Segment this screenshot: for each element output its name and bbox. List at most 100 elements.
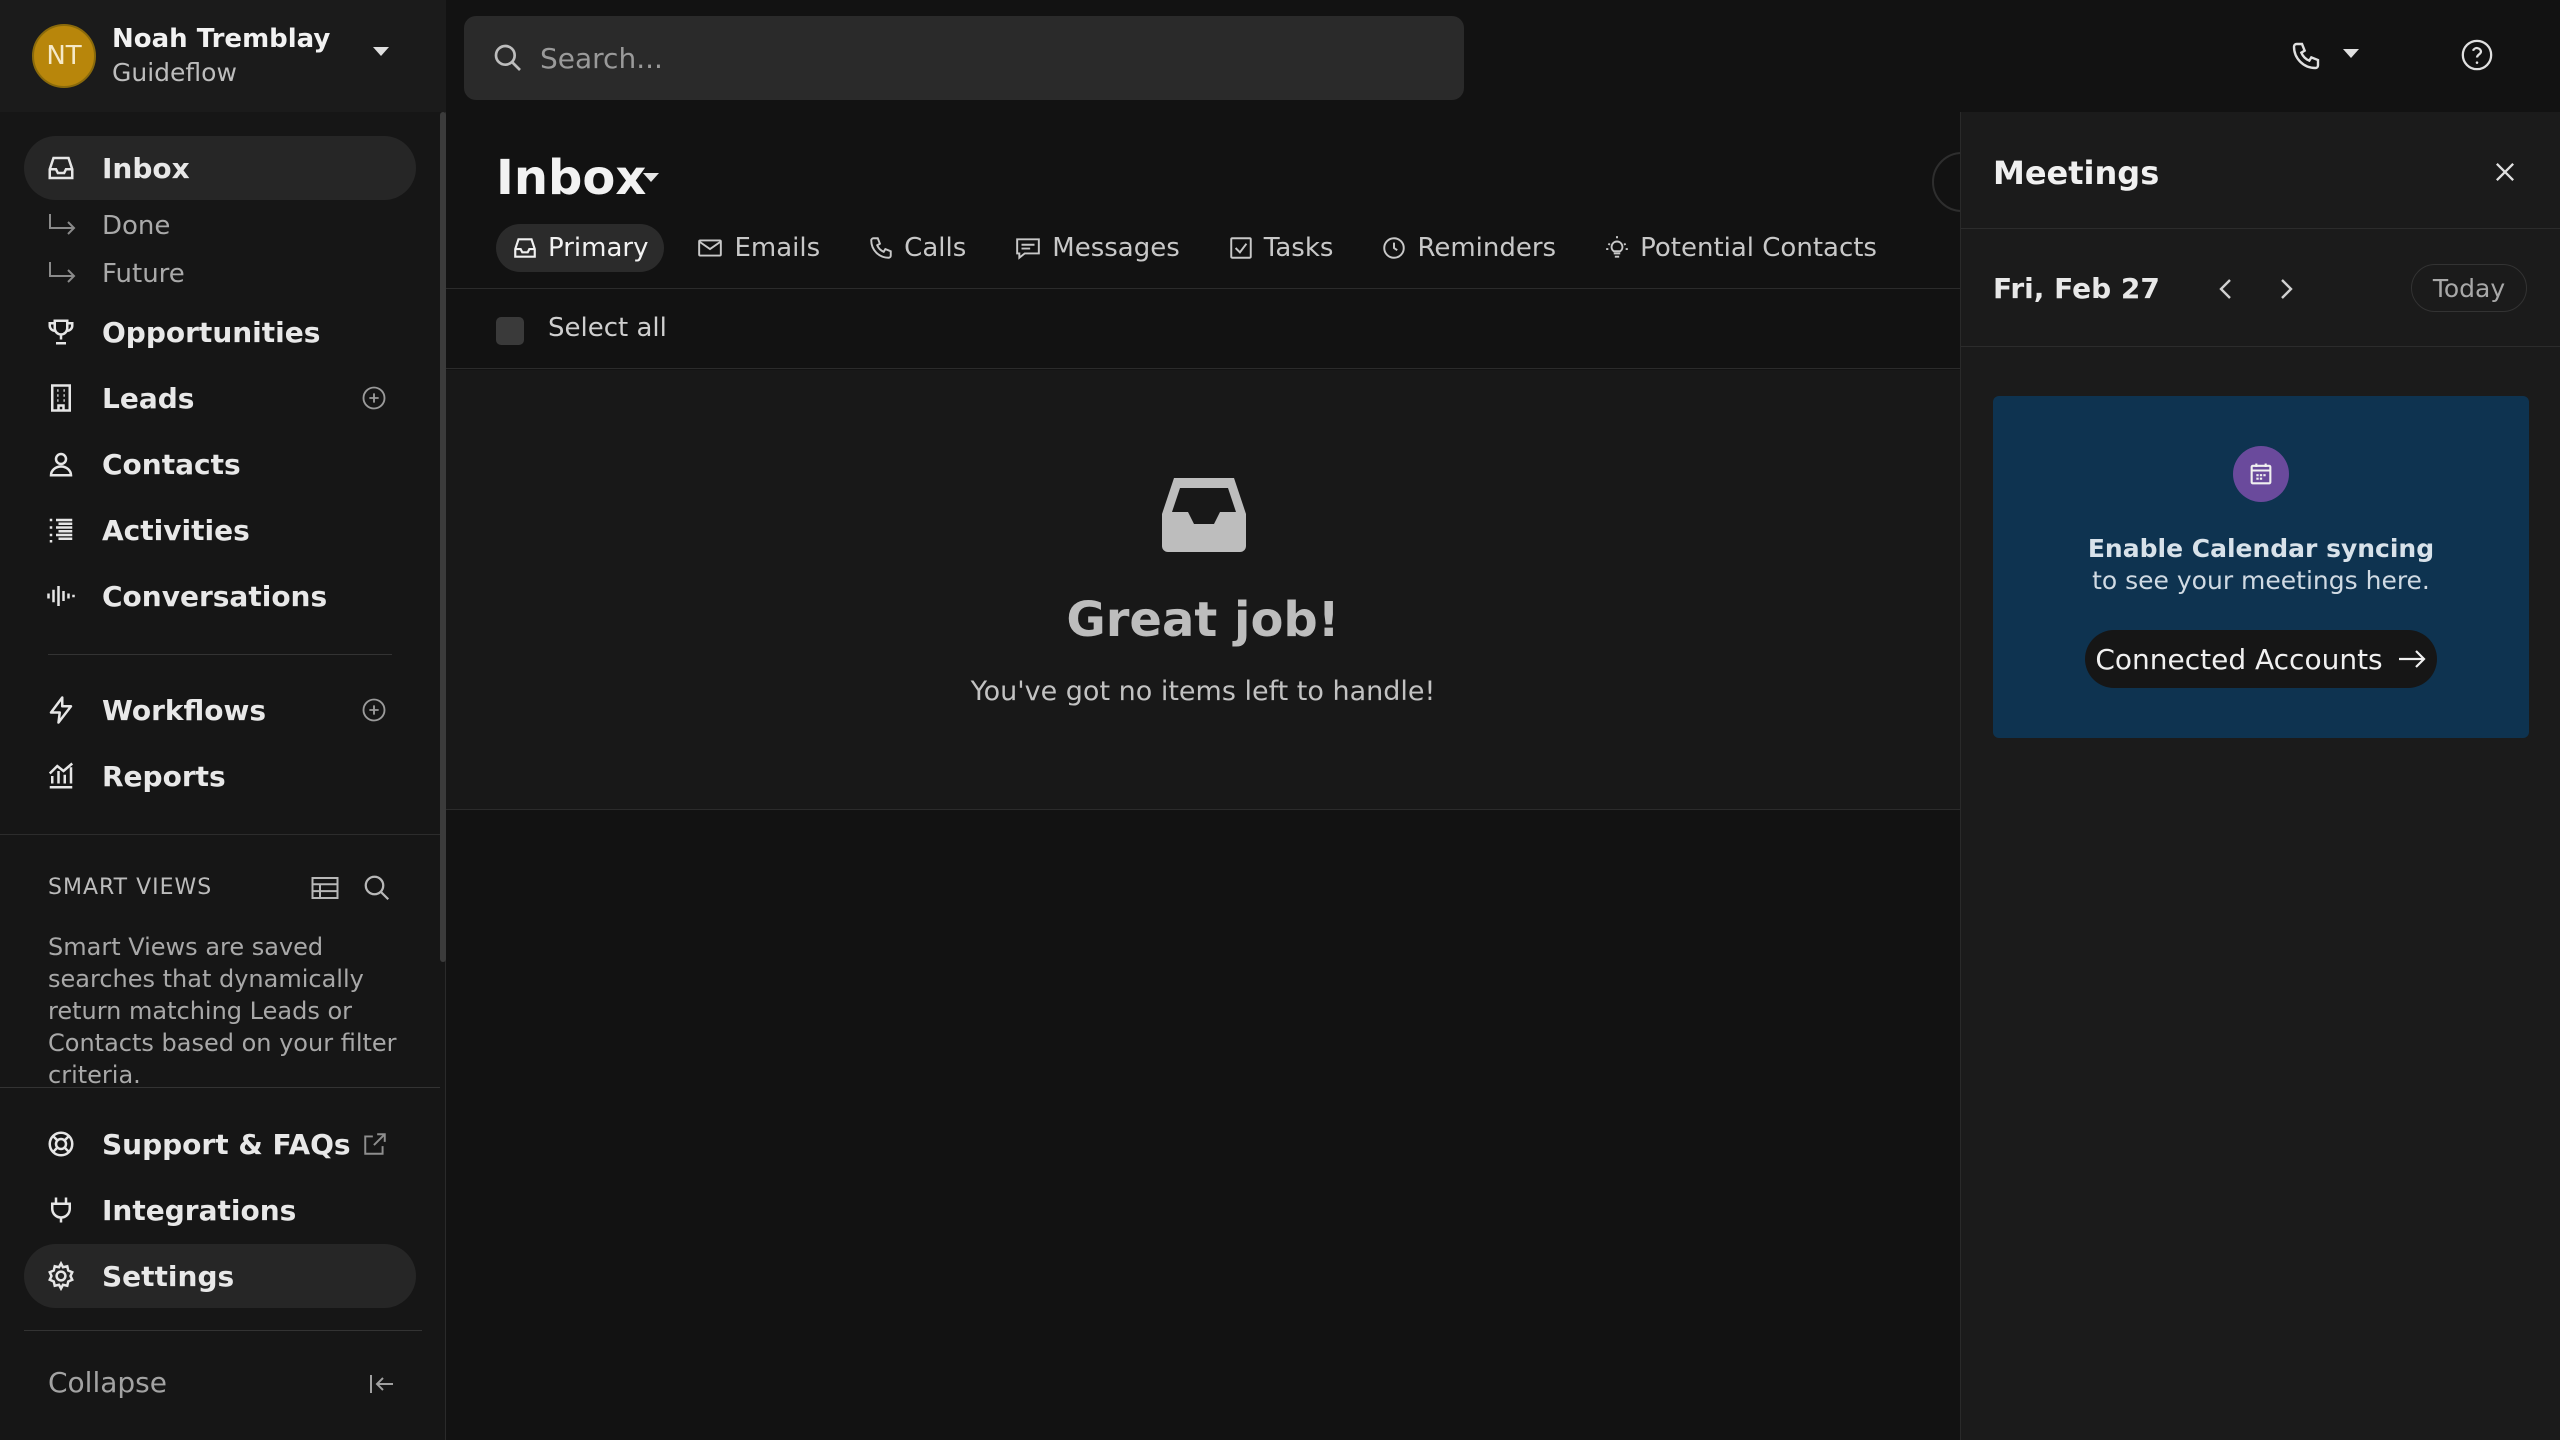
user-menu[interactable]: NT Noah Tremblay Guideflow	[0, 0, 446, 112]
calendar-icon	[2233, 446, 2289, 502]
tab-label: Primary	[548, 233, 649, 263]
sidebar-item-integrations[interactable]: Integrations	[24, 1178, 416, 1242]
panel-divider	[1961, 228, 2560, 229]
tab-label: Emails	[734, 233, 821, 263]
sync-subtitle: to see your meetings here.	[2092, 566, 2430, 595]
sidebar-item-label: Settings	[102, 1259, 235, 1293]
tab-calls[interactable]: Calls	[852, 224, 982, 272]
tab-reminders[interactable]: Reminders	[1365, 224, 1572, 272]
inbox-icon	[514, 238, 536, 258]
search-input[interactable]	[540, 32, 1420, 84]
external-link-icon	[362, 1131, 388, 1157]
inbox-tabs: Primary Emails Calls Messages Tasks Remi…	[496, 224, 1909, 272]
today-button[interactable]: Today	[2411, 264, 2527, 312]
meetings-panel: Meetings Fri, Feb 27 Today Enable Calend…	[1960, 112, 2560, 1440]
sidebar-item-opportunities[interactable]: Opportunities	[24, 300, 416, 364]
tab-tasks[interactable]: Tasks	[1212, 224, 1350, 272]
tab-label: Reminders	[1417, 233, 1557, 263]
close-icon[interactable]	[2491, 158, 2519, 186]
smart-views-title: SMART VIEWS	[48, 875, 213, 900]
sidebar-item-label: Opportunities	[102, 315, 321, 349]
tab-emails[interactable]: Emails	[680, 224, 836, 272]
main-content: Inbox Primary Emails Calls Messages Task…	[446, 112, 1992, 1440]
phone-icon[interactable]	[2290, 40, 2322, 72]
sidebar-item-support[interactable]: Support & FAQs	[24, 1112, 416, 1176]
search-bar[interactable]	[464, 16, 1464, 100]
sidebar-item-leads[interactable]: Leads	[24, 366, 416, 430]
tab-primary[interactable]: Primary	[496, 224, 665, 272]
user-organization: Guideflow	[112, 58, 237, 87]
arrow-right-icon	[2398, 650, 2426, 668]
lightning-icon	[46, 695, 76, 725]
panel-divider	[1961, 346, 2560, 347]
sidebar-item-label: Inbox	[102, 151, 190, 185]
sidebar-item-reports[interactable]: Reports	[24, 744, 416, 808]
message-icon	[1016, 238, 1041, 260]
sidebar-item-label: Reports	[102, 759, 226, 793]
sidebar-item-label: Done	[102, 211, 171, 241]
meetings-title: Meetings	[1993, 154, 2160, 192]
search-icon[interactable]	[362, 873, 392, 903]
chevron-right-icon[interactable]	[2275, 276, 2297, 302]
select-all-checkbox[interactable]	[496, 317, 524, 345]
gear-icon	[46, 1261, 76, 1291]
chart-icon	[46, 761, 76, 791]
checkbox-icon	[1230, 237, 1252, 259]
empty-state-subtitle: You've got no items left to handle!	[970, 676, 1436, 707]
page-title[interactable]: Inbox	[496, 150, 646, 206]
sidebar-item-label: Activities	[102, 513, 250, 547]
mail-icon	[698, 239, 723, 257]
sidebar-item-settings[interactable]: Settings	[24, 1244, 416, 1308]
connected-accounts-button[interactable]: Connected Accounts	[2085, 630, 2437, 688]
sidebar-item-label: Integrations	[102, 1193, 297, 1227]
caret-down-icon[interactable]	[2342, 48, 2360, 60]
waveform-icon	[46, 581, 76, 611]
empty-state-title: Great job!	[1066, 592, 1340, 648]
collapse-button[interactable]: Collapse	[48, 1366, 167, 1399]
table-icon[interactable]	[310, 873, 340, 903]
help-icon[interactable]	[2460, 38, 2494, 72]
tab-label: Tasks	[1263, 233, 1334, 263]
building-icon	[46, 383, 76, 413]
sidebar-item-label: Conversations	[102, 579, 328, 613]
sidebar-item-done[interactable]: Done	[48, 206, 170, 246]
chevron-left-icon[interactable]	[2215, 276, 2237, 302]
sidebar-item-label: Workflows	[102, 693, 267, 727]
caret-down-icon[interactable]	[642, 172, 660, 184]
collapse-icon[interactable]	[368, 1372, 396, 1396]
button-label: Connected Accounts	[2095, 642, 2383, 676]
tab-label: Messages	[1052, 233, 1180, 263]
sidebar-item-inbox[interactable]: Inbox	[24, 136, 416, 200]
caret-down-icon[interactable]	[372, 46, 390, 58]
inbox-icon	[46, 153, 76, 183]
tab-potential-contacts[interactable]: Potential Contacts	[1588, 224, 1893, 272]
search-icon	[494, 44, 521, 71]
sidebar: NT Noah Tremblay Guideflow Inbox Done Fu…	[0, 0, 446, 1440]
sidebar-item-future[interactable]: Future	[48, 254, 185, 294]
subitem-arrow-icon	[49, 262, 76, 283]
trophy-icon	[46, 317, 76, 347]
avatar: NT	[32, 24, 96, 88]
add-workflow-icon[interactable]	[360, 696, 388, 724]
clock-icon	[1383, 237, 1406, 259]
select-all-row: Select all	[446, 289, 1960, 369]
lifebuoy-icon	[46, 1129, 76, 1159]
select-all-label[interactable]: Select all	[548, 313, 667, 343]
sidebar-item-label: Contacts	[102, 447, 241, 481]
sidebar-item-label: Leads	[102, 381, 195, 415]
sidebar-divider	[48, 654, 392, 655]
phone-icon	[870, 237, 892, 259]
smart-views-description: Smart Views are saved searches that dyna…	[48, 933, 397, 1089]
plug-icon	[46, 1195, 76, 1225]
lightbulb-icon	[1606, 236, 1628, 258]
calendar-sync-card: Enable Calendar syncing to see your meet…	[1993, 396, 2529, 738]
sidebar-item-conversations[interactable]: Conversations	[24, 564, 416, 628]
tab-label: Potential Contacts	[1640, 233, 1877, 263]
sidebar-item-workflows[interactable]: Workflows	[24, 678, 416, 742]
sidebar-item-contacts[interactable]: Contacts	[24, 432, 416, 496]
sidebar-item-label: Support & FAQs	[102, 1127, 351, 1161]
sidebar-item-activities[interactable]: Activities	[24, 498, 416, 562]
tab-messages[interactable]: Messages	[998, 224, 1196, 272]
add-lead-icon[interactable]	[360, 384, 388, 412]
subitem-arrow-icon	[49, 214, 76, 235]
